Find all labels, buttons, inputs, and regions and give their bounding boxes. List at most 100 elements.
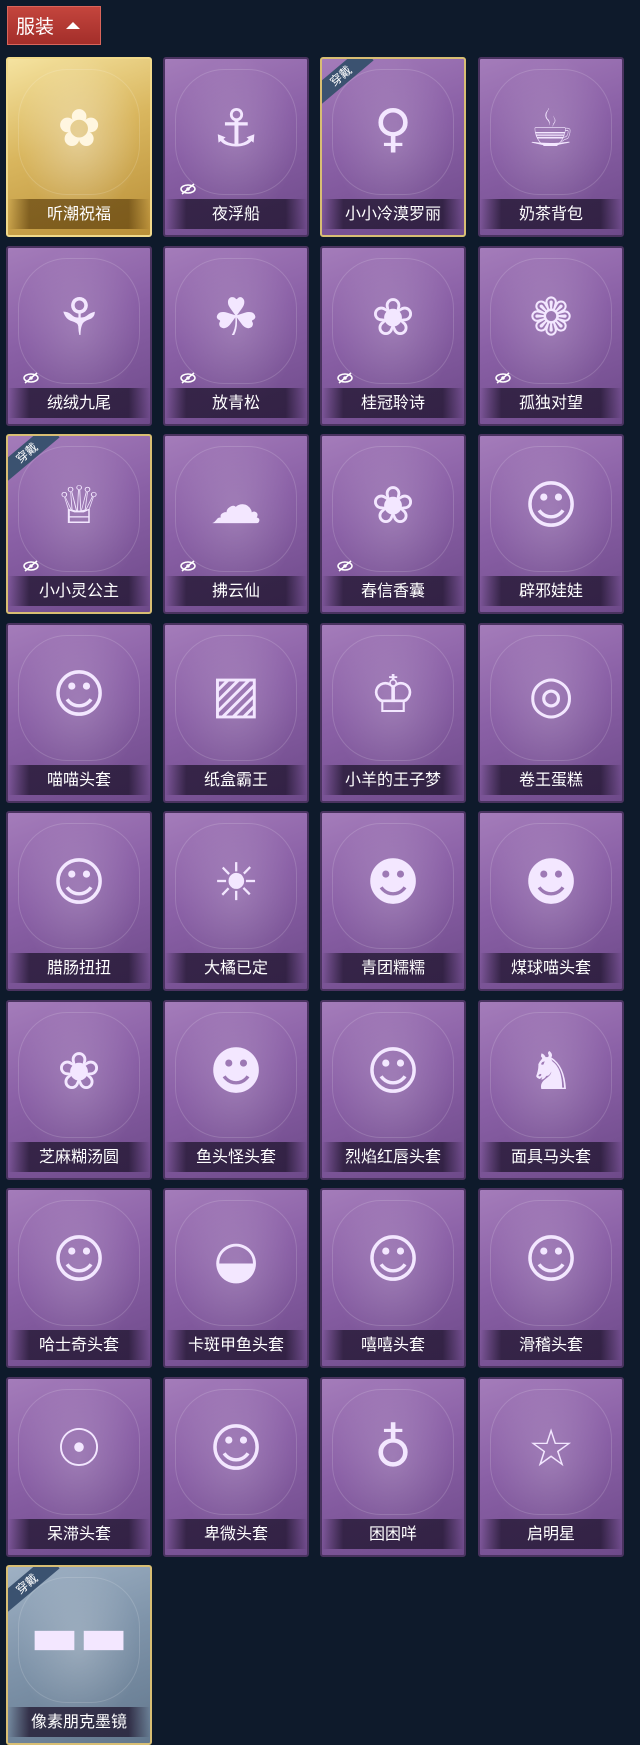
outfit-card[interactable]: ☻ 煤球喵头套 [478, 811, 624, 991]
outfit-item-name: 芝麻糊汤圆 [8, 1142, 150, 1172]
outfit-card[interactable]: ☺ 卑微头套 [163, 1377, 309, 1557]
outfit-card[interactable]: ❀ 芝麻糊汤圆 [6, 1000, 152, 1180]
outfit-card[interactable]: ☁ 拂云仙 [163, 434, 309, 614]
outfit-item-image: ☕ [527, 99, 575, 160]
outfit-item-name: 煤球喵头套 [480, 953, 622, 983]
outfit-item-name: 小小灵公主 [8, 576, 150, 606]
outfit-item-name: 卡斑甲鱼头套 [165, 1330, 307, 1360]
outfit-card[interactable]: ❁ 孤独对望 [478, 246, 624, 426]
outfit-item-image: ☻ [365, 853, 421, 914]
outfit-card[interactable]: ♀ 穿戴 小小冷漠罗丽 [320, 57, 466, 237]
outfit-item-image: ☉ [55, 1419, 103, 1480]
outfit-item-image: ▨ [211, 665, 261, 726]
chevron-up-icon [66, 22, 81, 29]
hide-eye-icon[interactable] [494, 372, 512, 384]
outfit-item-name: 困困咩 [322, 1519, 464, 1549]
outfit-item-name: 青团糯糯 [322, 953, 464, 983]
outfit-card[interactable]: ☘ 放青松 [163, 246, 309, 426]
outfit-item-name: 腊肠扭扭 [8, 953, 150, 983]
outfit-item-image: ☀ [212, 853, 260, 914]
outfit-item-name: 面具马头套 [480, 1142, 622, 1172]
outfit-item-image: ☺ [523, 476, 579, 537]
outfit-item-image: ☻ [208, 1042, 264, 1103]
outfit-card[interactable]: ◒ 卡斑甲鱼头套 [163, 1188, 309, 1368]
outfit-item-name: 滑稽头套 [480, 1330, 622, 1360]
outfit-item-image: ◎ [528, 665, 574, 726]
outfit-card[interactable]: ♔ 小羊的王子梦 [320, 623, 466, 803]
outfit-card[interactable]: ☺ 烈焰红唇头套 [320, 1000, 466, 1180]
outfit-item-name: 烈焰红唇头套 [322, 1142, 464, 1172]
outfit-card[interactable]: ☺ 滑稽头套 [478, 1188, 624, 1368]
outfit-item-image: ▬▬ [29, 1607, 129, 1668]
outfit-item-name: 卷王蛋糕 [480, 765, 622, 795]
outfit-item-image: ☺ [523, 1230, 579, 1291]
outfit-item-name: 卑微头套 [165, 1519, 307, 1549]
outfit-card[interactable]: ☺ 嘻嘻头套 [320, 1188, 466, 1368]
outfit-card[interactable]: ☆ 启明星 [478, 1377, 624, 1557]
outfit-card[interactable]: ⚘ 绒绒九尾 [6, 246, 152, 426]
hide-eye-icon[interactable] [179, 183, 197, 195]
outfit-item-image: ☁ [210, 476, 262, 537]
outfit-card[interactable]: ☻ 青团糯糯 [320, 811, 466, 991]
outfit-item-name: 放青松 [165, 388, 307, 418]
outfit-card[interactable]: ♞ 面具马头套 [478, 1000, 624, 1180]
outfit-item-name: 喵喵头套 [8, 765, 150, 795]
outfit-item-image: ⚘ [55, 288, 103, 349]
outfit-card[interactable]: ❀ 春信香囊 [320, 434, 466, 614]
outfit-item-name: 小羊的王子梦 [322, 765, 464, 795]
outfit-item-name: 呆滞头套 [8, 1519, 150, 1549]
outfit-item-image: ❁ [529, 288, 573, 349]
outfit-item-name: 鱼头怪头套 [165, 1142, 307, 1172]
outfit-card[interactable]: ⚓ 夜浮船 [163, 57, 309, 237]
hide-eye-icon[interactable] [179, 560, 197, 572]
outfit-item-image: ❀ [57, 1042, 101, 1103]
hide-eye-icon[interactable] [22, 560, 40, 572]
hide-eye-icon[interactable] [179, 372, 197, 384]
outfit-item-image: ❀ [371, 288, 415, 349]
outfit-item-image: ☺ [365, 1230, 421, 1291]
outfit-item-name: 辟邪娃娃 [480, 576, 622, 606]
outfit-item-image: ☺ [51, 1230, 107, 1291]
outfit-item-image: ☘ [212, 288, 260, 349]
outfit-item-image: ⚓ [212, 99, 260, 160]
outfit-card[interactable]: ☺ 辟邪娃娃 [478, 434, 624, 614]
outfit-dropdown-button[interactable]: 服装 [7, 6, 101, 45]
outfit-item-name: 桂冠聆诗 [322, 388, 464, 418]
outfit-card[interactable]: ☺ 喵喵头套 [6, 623, 152, 803]
outfit-card[interactable]: ✿ 听潮祝福 [6, 57, 152, 237]
outfit-card[interactable]: ▨ 纸盒霸王 [163, 623, 309, 803]
outfit-item-name: 嘻嘻头套 [322, 1330, 464, 1360]
outfit-item-image: ❀ [371, 476, 415, 537]
outfit-card[interactable]: ◎ 卷王蛋糕 [478, 623, 624, 803]
outfit-item-name: 哈士奇头套 [8, 1330, 150, 1360]
outfit-card[interactable]: ♕ 穿戴 小小灵公主 [6, 434, 152, 614]
outfit-item-name: 绒绒九尾 [8, 388, 150, 418]
outfit-item-image: ☺ [208, 1419, 264, 1480]
outfit-card[interactable]: ♁ 困困咩 [320, 1377, 466, 1557]
outfit-card[interactable]: ▬▬ 穿戴 像素朋克墨镜 [6, 1565, 152, 1745]
outfit-card[interactable]: ☕ 奶茶背包 [478, 57, 624, 237]
outfit-card[interactable]: ☺ 腊肠扭扭 [6, 811, 152, 991]
hide-eye-icon[interactable] [336, 560, 354, 572]
outfit-item-name: 听潮祝福 [8, 199, 150, 229]
outfit-item-name: 夜浮船 [165, 199, 307, 229]
outfit-dropdown-label: 服装 [16, 16, 55, 38]
hide-eye-icon[interactable] [336, 372, 354, 384]
outfit-item-name: 拂云仙 [165, 576, 307, 606]
outfit-item-image: ☺ [51, 853, 107, 914]
outfit-item-image: ✿ [57, 99, 101, 160]
outfit-item-image: ♞ [527, 1042, 575, 1103]
outfit-card[interactable]: ❀ 桂冠聆诗 [320, 246, 466, 426]
outfit-item-name: 孤独对望 [480, 388, 622, 418]
outfit-card[interactable]: ☀ 大橘已定 [163, 811, 309, 991]
hide-eye-icon[interactable] [22, 372, 40, 384]
outfit-card[interactable]: ☉ 呆滞头套 [6, 1377, 152, 1557]
outfit-item-image: ☺ [365, 1042, 421, 1103]
outfit-item-image: ☺ [51, 665, 107, 726]
outfit-item-name: 纸盒霸王 [165, 765, 307, 795]
outfit-item-name: 春信香囊 [322, 576, 464, 606]
outfit-card[interactable]: ☺ 哈士奇头套 [6, 1188, 152, 1368]
outfit-item-image: ♕ [55, 476, 103, 537]
outfit-card[interactable]: ☻ 鱼头怪头套 [163, 1000, 309, 1180]
outfit-item-name: 奶茶背包 [480, 199, 622, 229]
